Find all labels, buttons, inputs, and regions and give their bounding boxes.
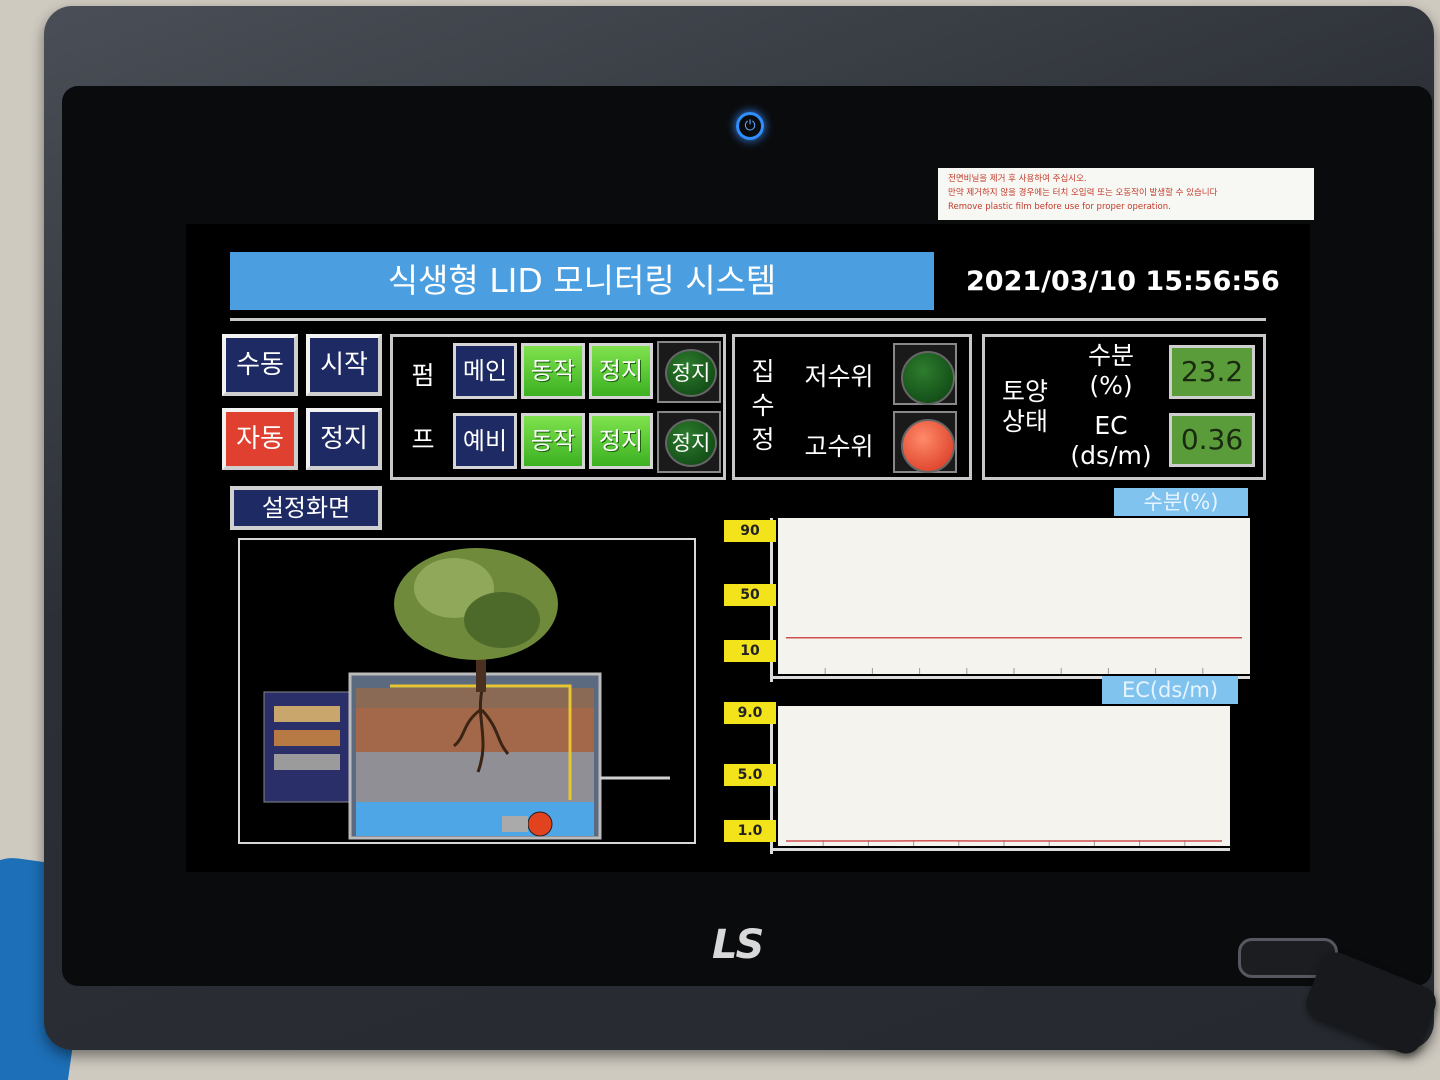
low-level-indicator — [893, 343, 957, 405]
moisture-ytick-50: 50 — [724, 584, 776, 606]
pump-main-stop-button[interactable]: 정지 — [589, 343, 653, 399]
pump-main-status-lamp: 정지 — [665, 349, 717, 397]
pump-motor — [502, 816, 528, 832]
ec-chart-tag: EC(ds/m) — [1102, 676, 1238, 704]
pump-panel: 펌 프 메인 동작 정지 정지 예비 동작 정지 정지 — [390, 334, 726, 480]
sump-panel: 집 수 정 저수위 고수위 — [732, 334, 972, 480]
tree-canopy-shadow — [464, 592, 540, 648]
title-divider — [230, 318, 1266, 321]
moisture-label-2: (%) — [1089, 371, 1133, 400]
pump-spare-run-button[interactable]: 동작 — [521, 413, 585, 469]
ec-ytick-1: 1.0 — [724, 820, 776, 842]
high-level-lamp — [901, 419, 955, 473]
pump-main-select[interactable]: 메인 — [453, 343, 517, 399]
stop-button[interactable]: 정지 — [306, 408, 382, 470]
pump-graphic — [527, 811, 553, 837]
sump-label-2: 수 — [751, 391, 775, 420]
ec-chart — [778, 706, 1230, 846]
warning-line-2: 만약 제거하지 않을 경우에는 터치 오입력 또는 오동작이 발생할 수 있습니… — [948, 188, 1218, 198]
pump-main-run-button[interactable]: 동작 — [521, 343, 585, 399]
high-level-indicator — [893, 411, 957, 473]
sump-label-1: 집 — [751, 357, 775, 386]
hmi-screen: 식생형 LID 모니터링 시스템 2021/03/10 15:56:56 수동 … — [186, 224, 1310, 872]
low-level-lamp — [901, 351, 955, 405]
filter-layer-1 — [274, 706, 340, 722]
moisture-value: 23.2 — [1169, 345, 1255, 399]
pump-spare-status-lamp: 정지 — [665, 419, 717, 467]
start-button[interactable]: 시작 — [306, 334, 382, 396]
moisture-ytick-90: 90 — [724, 520, 776, 542]
ec-x-axis — [770, 848, 1230, 851]
power-icon[interactable]: ⏻ — [736, 112, 764, 140]
ec-value: 0.36 — [1169, 413, 1255, 467]
soil-status-panel: 토양 상태 수분 (%) EC (ds/m) 23.2 0.36 — [982, 334, 1266, 480]
high-level-label: 고수위 — [804, 432, 874, 461]
ec-ytick-5: 5.0 — [724, 764, 776, 786]
sump-label-3: 정 — [751, 425, 775, 454]
soil-label-line2: 상태 — [1001, 407, 1048, 436]
moisture-label: 수분 (%) — [1065, 341, 1157, 401]
lid-diagram-graphic — [263, 548, 670, 840]
soil-label-line1: 토양 — [1001, 377, 1048, 406]
ec-label-1: EC — [1094, 411, 1128, 440]
moisture-chart-tag: 수분(%) — [1114, 488, 1248, 516]
brand-logo: LS — [712, 922, 764, 968]
soil-status-label: 토양 상태 — [991, 377, 1059, 437]
ec-label-2: (ds/m) — [1070, 441, 1152, 470]
auto-mode-button[interactable]: 자동 — [222, 408, 298, 470]
settings-screen-button[interactable]: 설정화면 — [230, 486, 382, 530]
ec-ytick-9: 9.0 — [724, 702, 776, 724]
moisture-chart-plot — [786, 637, 1242, 674]
low-level-label: 저수위 — [804, 362, 874, 391]
pump-spare-select[interactable]: 예비 — [453, 413, 517, 469]
pump-label-bottom: 프 — [411, 425, 435, 454]
manual-mode-button[interactable]: 수동 — [222, 334, 298, 396]
lid-process-diagram — [238, 538, 696, 844]
page-title: 식생형 LID 모니터링 시스템 — [230, 252, 934, 310]
warning-line-3: Remove plastic film before use for prope… — [948, 202, 1171, 212]
moisture-chart — [778, 518, 1250, 674]
datetime-display: 2021/03/10 15:56:56 — [966, 266, 1280, 297]
moisture-label-1: 수분 — [1087, 341, 1134, 370]
filter-layer-2 — [274, 730, 340, 746]
protective-film-sticker: 전면비닐을 제거 후 사용하여 주십시오. 만약 제거하지 않을 경우에는 터치… — [938, 168, 1314, 220]
pump-label-top: 펌 — [411, 361, 435, 390]
soil-top-layer — [356, 688, 594, 708]
moisture-ytick-10: 10 — [724, 640, 776, 662]
ec-label: EC (ds/m) — [1061, 411, 1161, 471]
gravel-layer — [356, 752, 594, 802]
pump-spare-stop-button[interactable]: 정지 — [589, 413, 653, 469]
water-reservoir — [356, 802, 594, 836]
ec-chart-plot — [786, 840, 1222, 846]
warning-line-1: 전면비닐을 제거 후 사용하여 주십시오. — [948, 174, 1087, 184]
filter-layer-3 — [274, 754, 340, 770]
pump-main-status: 정지 — [657, 341, 721, 403]
pump-spare-status: 정지 — [657, 411, 721, 473]
